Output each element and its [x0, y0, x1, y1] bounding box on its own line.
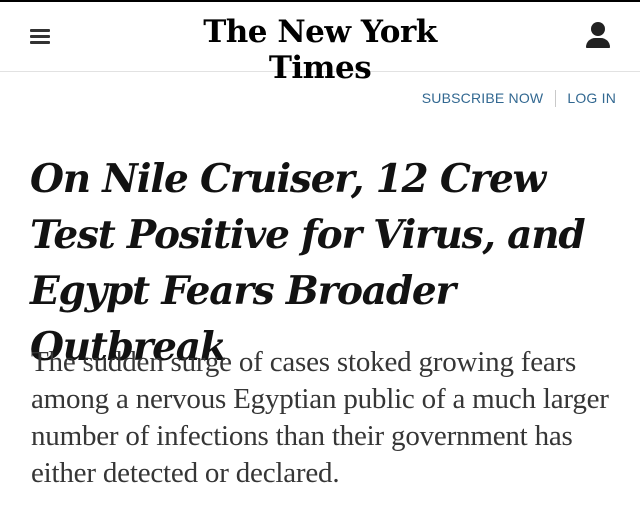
auth-divider — [555, 90, 557, 107]
site-logo[interactable]: The New York Times — [150, 14, 490, 86]
article-summary: The sudden surge of cases stoked growing… — [31, 346, 609, 489]
site-header: The New York Times — [0, 0, 640, 86]
header-top-border — [0, 0, 640, 2]
menu-bar-bottom — [30, 41, 50, 44]
account-icon-head — [591, 22, 605, 36]
article-headline: On Nile Cruiser, 12 Crew Test Positive f… — [30, 156, 586, 370]
menu-bar-middle — [30, 35, 50, 38]
subscribe-now-link[interactable]: SUBSCRIBE NOW — [422, 90, 544, 106]
log-in-link[interactable]: LOG IN — [567, 90, 616, 106]
menu-bar-top — [30, 29, 50, 32]
hamburger-menu-icon[interactable] — [26, 25, 56, 49]
auth-links: SUBSCRIBE NOW LOG IN — [380, 90, 616, 107]
account-icon-body — [586, 38, 610, 48]
user-account-icon[interactable] — [582, 18, 616, 52]
